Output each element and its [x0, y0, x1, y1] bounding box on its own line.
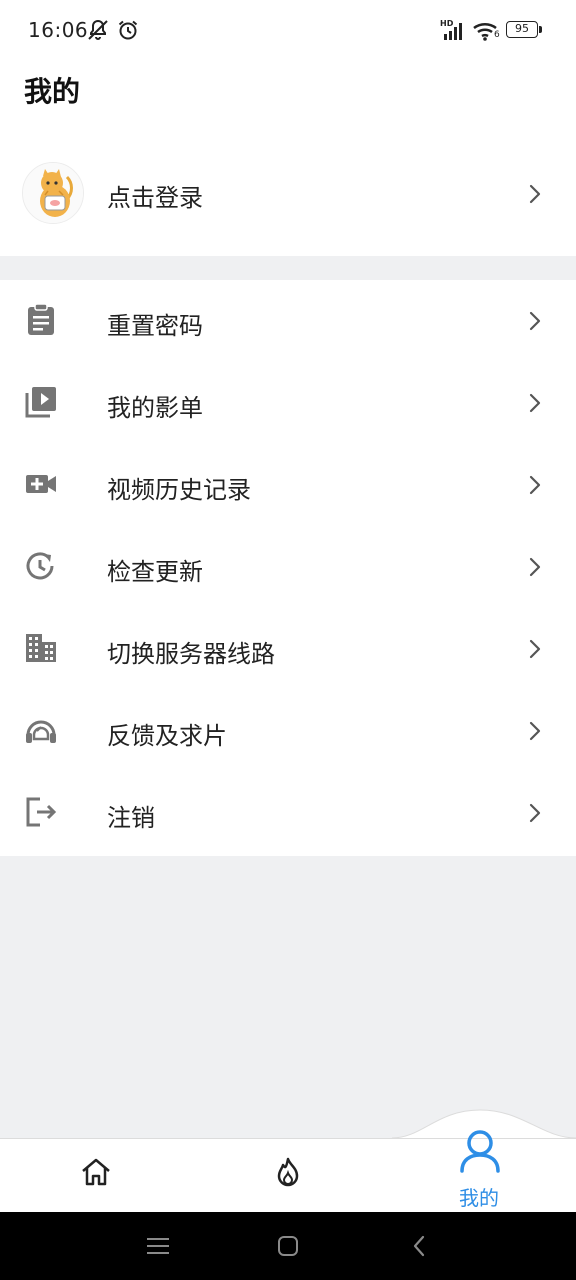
profile-user-icon[interactable] [459, 1128, 501, 1174]
chevron-right-icon [529, 557, 541, 577]
menu-label: 检查更新 [107, 558, 203, 586]
profile-header: 我的 点击登录 [0, 60, 576, 256]
menu-item-logout[interactable]: 注销 [0, 772, 576, 854]
menu-item-my-playlist[interactable]: 我的影单 [0, 362, 576, 444]
update-clock-icon [26, 552, 54, 580]
battery-tip [539, 26, 542, 33]
cat-avatar-icon [23, 163, 83, 223]
battery-indicator: 95 [506, 21, 538, 38]
chevron-right-icon [529, 311, 541, 331]
screen: 16:06 HD 6 95 我的 点击登录 重置密码 我的影单 视频历史记录 检… [0, 0, 576, 1280]
chevron-right-icon [529, 393, 541, 413]
settings-menu: 重置密码 我的影单 视频历史记录 检查更新 切换服务器线路 反馈及求片 注销 [0, 280, 576, 856]
menu-label: 我的影单 [107, 394, 203, 422]
menu-item-check-update[interactable]: 检查更新 [0, 526, 576, 608]
logout-icon [26, 797, 57, 827]
chevron-right-icon [529, 475, 541, 495]
headset-support-icon [26, 720, 56, 743]
menu-item-reset-password[interactable]: 重置密码 [0, 280, 576, 362]
system-nav-bar [0, 1212, 576, 1280]
menu-item-feedback[interactable]: 反馈及求片 [0, 690, 576, 772]
recent-apps-icon[interactable] [145, 1234, 171, 1258]
signal-icon [444, 23, 462, 40]
battery-level: 95 [515, 22, 529, 35]
login-row[interactable]: 点击登录 [0, 154, 576, 234]
playlist-play-icon [25, 387, 56, 418]
chevron-right-icon [529, 639, 541, 659]
menu-label: 视频历史记录 [107, 476, 251, 504]
login-label: 点击登录 [107, 184, 203, 212]
avatar[interactable] [22, 162, 84, 224]
chevron-right-icon [529, 184, 541, 204]
home-icon[interactable] [80, 1156, 112, 1188]
page-title: 我的 [24, 75, 81, 108]
menu-label: 重置密码 [107, 312, 203, 340]
chevron-right-icon [529, 803, 541, 823]
wifi-badge: 6 [494, 30, 500, 40]
alarm-icon [118, 20, 138, 40]
clipboard-icon [28, 303, 54, 335]
menu-label: 反馈及求片 [107, 722, 227, 750]
menu-item-switch-server[interactable]: 切换服务器线路 [0, 608, 576, 690]
video-camera-add-icon [26, 475, 56, 493]
status-bar: 16:06 HD 6 95 [0, 0, 576, 60]
fire-icon[interactable] [272, 1156, 304, 1188]
menu-item-video-history[interactable]: 视频历史记录 [0, 444, 576, 526]
home-button-icon[interactable] [276, 1234, 300, 1258]
menu-label: 注销 [107, 804, 155, 832]
back-icon[interactable] [410, 1234, 428, 1258]
notifications-off-icon [88, 19, 108, 40]
tab-profile-label[interactable]: 我的 [459, 1182, 499, 1211]
chevron-right-icon [529, 721, 541, 741]
menu-label: 切换服务器线路 [107, 640, 275, 668]
status-time: 16:06 [28, 18, 89, 42]
building-icon [26, 634, 56, 662]
